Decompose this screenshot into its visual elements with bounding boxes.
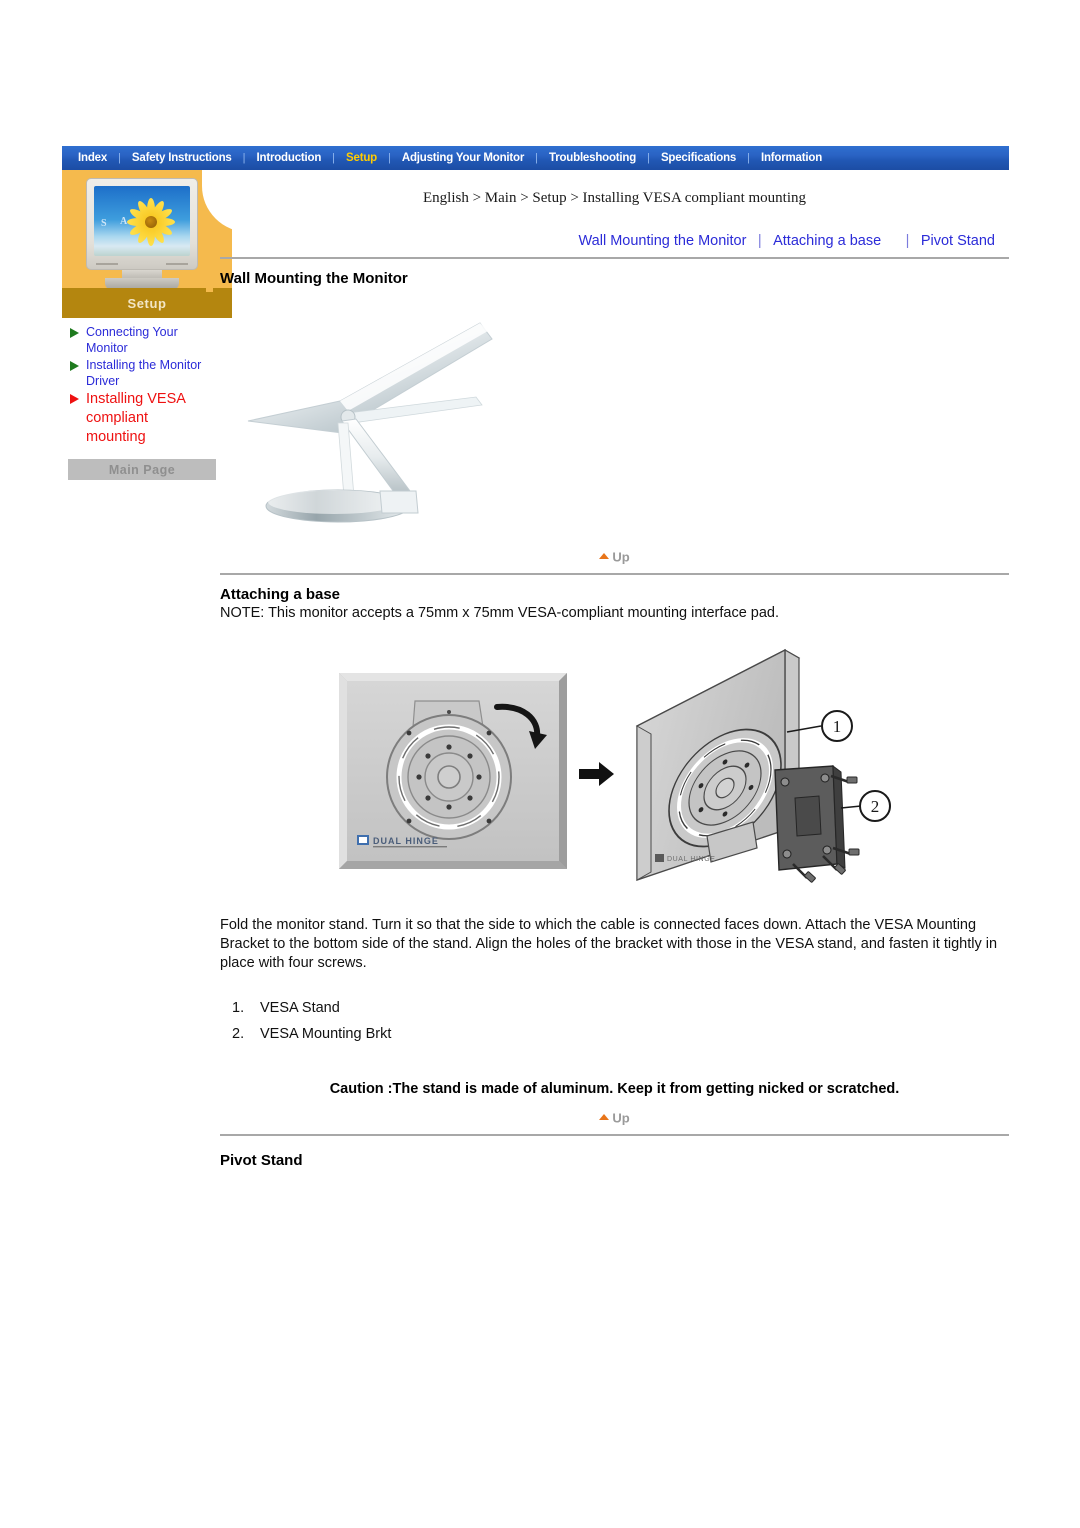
nav-item-index[interactable]: Index [78, 146, 107, 170]
up-link-bottom[interactable]: Up [220, 1109, 1009, 1127]
up-triangle-icon [599, 552, 610, 559]
divider [220, 257, 1009, 259]
screen-letter-a: A [120, 216, 128, 227]
sidebar-accent-rule-orange [206, 276, 213, 292]
sidebar-item-connecting-your-monitor[interactable]: Connecting Your Monitor [68, 324, 232, 356]
sidebar-section-tab-label: Setup [127, 295, 167, 311]
attaching-base-instructions: Fold the monitor stand. Turn it so that … [220, 917, 998, 971]
section-link-separator: | [757, 233, 762, 249]
nav-item-safety-instructions[interactable]: Safety Instructions [132, 146, 232, 170]
nav-separator: | [332, 152, 336, 164]
callout-2-label: 2 [870, 797, 879, 816]
list-item-number: 1. [232, 1000, 245, 1016]
crt-monitor-sunflower-icon: S A [86, 178, 198, 288]
nav-item-troubleshooting[interactable]: Troubleshooting [549, 146, 636, 170]
section-link-wall-mounting-the-monitor[interactable]: Wall Mounting the Monitor [579, 233, 747, 249]
nav-separator: | [118, 152, 121, 164]
heading-attaching-a-base: Attaching a base [220, 586, 341, 603]
sidebar-accent-rule-brown [206, 292, 213, 310]
section-link-bar: Wall Mounting the Monitor | Attaching a … [220, 232, 1009, 250]
top-navigation-bar: Index | Safety Instructions | Introducti… [62, 146, 1009, 170]
list-item-number: 2. [232, 1026, 245, 1042]
green-triangle-icon [70, 361, 79, 371]
up-link-top[interactable]: Up [220, 548, 1009, 566]
divider [220, 1134, 1009, 1136]
sidebar-link-list: Connecting Your Monitor Installing the M… [62, 318, 232, 447]
nav-separator: | [747, 152, 750, 164]
sidebar-item-installing-the-monitor-driver[interactable]: Installing the Monitor Driver [68, 357, 232, 389]
vesa-bracket-assembly-diagram: 1 2 DUAL HINGE [625, 640, 893, 907]
svg-text:DUAL HINGE: DUAL HINGE [667, 856, 716, 863]
up-link-label: Up [612, 1110, 630, 1126]
main-page-button[interactable]: Main Page [68, 459, 216, 480]
dual-hinge-plate-photo: DUAL HINGE [337, 671, 569, 876]
up-link-label: Up [612, 549, 630, 565]
section-link-pivot-stand[interactable]: Pivot Stand [921, 233, 995, 249]
callout-1-label: 1 [832, 717, 841, 736]
nav-separator: | [387, 152, 391, 164]
nav-item-information[interactable]: Information [761, 146, 822, 170]
sidebar-item-label: Installing the Monitor Driver [86, 358, 202, 388]
heading-wall-mounting-the-monitor: Wall Mounting the Monitor [220, 270, 408, 287]
divider [220, 573, 1009, 575]
sidebar-item-label: Installing VESA compliant mounting [86, 391, 186, 445]
nav-item-adjusting-your-monitor[interactable]: Adjusting Your Monitor [402, 146, 524, 170]
nav-separator: | [647, 152, 650, 164]
nav-item-specifications[interactable]: Specifications [661, 146, 736, 170]
arrow-right-icon [578, 761, 615, 787]
vesa-parts-list: 1. VESA Stand 2. VESA Mounting Brkt [220, 995, 1009, 1047]
caution-text: Caution :The stand is made of aluminum. … [329, 1081, 900, 1097]
list-item: 2. VESA Mounting Brkt [220, 1021, 1009, 1047]
screen-letter-s: S [101, 218, 107, 229]
sidebar-item-label: Connecting Your Monitor [86, 325, 178, 355]
list-item-label: VESA Stand [260, 1000, 340, 1016]
main-page-button-label: Main Page [108, 462, 176, 477]
section-link-separator: | [905, 233, 910, 249]
up-triangle-icon [599, 1113, 610, 1120]
nav-separator: | [242, 152, 246, 164]
list-item-label: VESA Mounting Brkt [260, 1026, 392, 1042]
nav-separator: | [535, 152, 538, 164]
nav-item-setup[interactable]: Setup [346, 146, 377, 170]
vesa-assembly-figure: DUAL HINGE 1 2 DUAL HINGE [220, 641, 1009, 906]
section-link-attaching-a-base[interactable]: Attaching a base [773, 233, 881, 249]
green-triangle-icon [70, 328, 79, 338]
main-content: English > Main > Setup > Installing VESA… [220, 180, 1009, 1169]
attaching-base-note: NOTE: This monitor accepts a 75mm x 75mm… [220, 605, 780, 621]
breadcrumb: English > Main > Setup > Installing VESA… [422, 190, 806, 206]
folded-monitor-stand-illustration [220, 301, 1009, 536]
sidebar-logo-panel: S A [62, 170, 232, 288]
nav-item-introduction[interactable]: Introduction [257, 146, 322, 170]
list-item: 1. VESA Stand [220, 995, 1009, 1021]
svg-text:DUAL HINGE: DUAL HINGE [373, 836, 439, 846]
sunflower-icon [127, 198, 175, 246]
heading-pivot-stand: Pivot Stand [220, 1152, 303, 1169]
sidebar: S A Setup Connecting Your Monitor Instal… [62, 170, 232, 480]
red-triangle-icon [70, 394, 79, 404]
sidebar-item-installing-vesa-compliant-mounting[interactable]: Installing VESA compliant mounting [68, 390, 232, 447]
